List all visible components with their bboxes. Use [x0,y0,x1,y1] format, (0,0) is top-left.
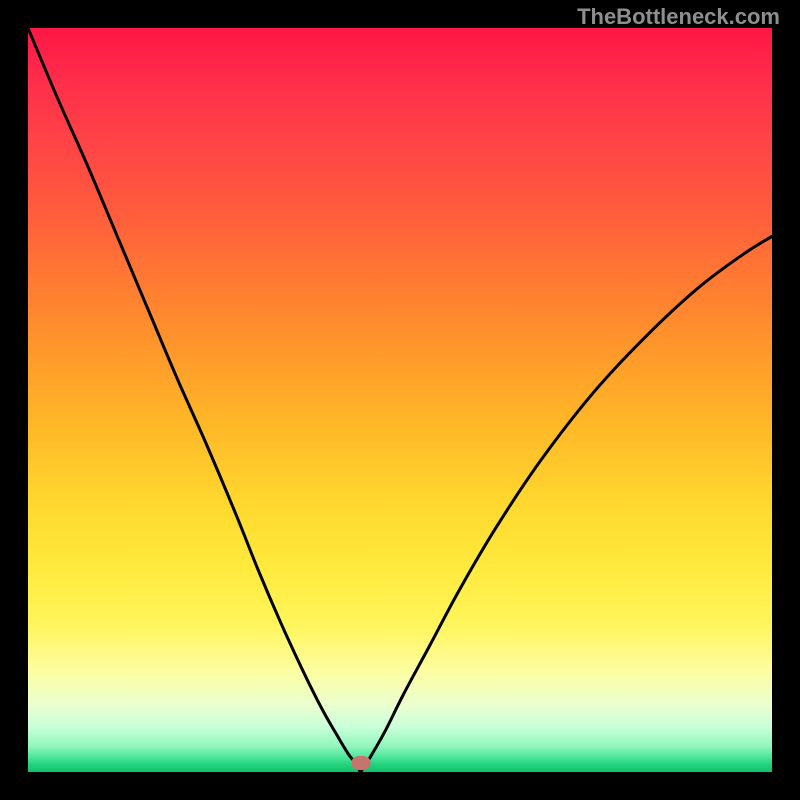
plot-area [28,28,772,772]
watermark-text: TheBottleneck.com [577,4,780,30]
bottleneck-curve [28,28,772,772]
outer-frame: TheBottleneck.com [0,0,800,800]
optimum-marker [351,756,370,770]
